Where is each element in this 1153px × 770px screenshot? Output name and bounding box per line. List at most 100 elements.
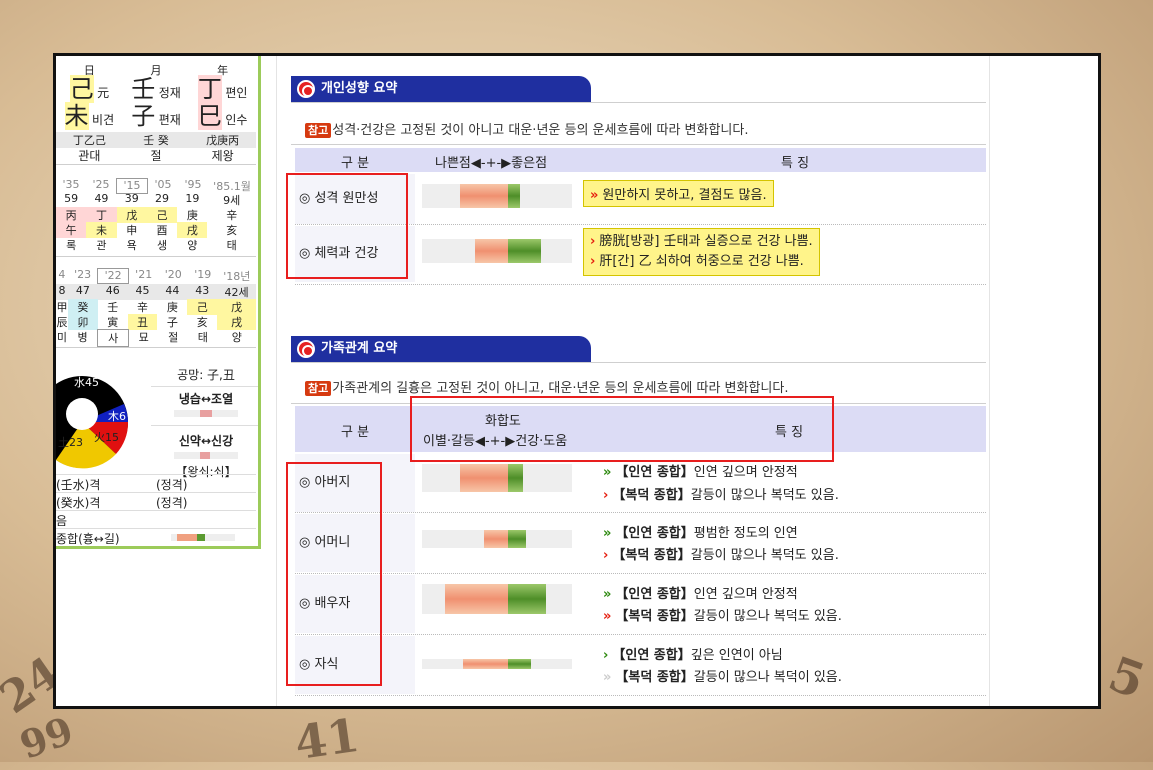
bg-number-4: 41 (291, 707, 363, 770)
daewoon-age: 39 (124, 192, 139, 205)
daewoon-branch: 午 (56, 222, 87, 238)
feature-tag: 【복덕 종합】 (615, 609, 694, 624)
col-scale: 나쁜점◀-+-▶좋은점 (435, 156, 548, 171)
feature-text: 인연 깊으며 안정적 (693, 587, 798, 602)
sewoon-stem: 壬 (107, 301, 119, 314)
feature-tag: 【복덕 종합】 (612, 548, 691, 563)
sewoon-age: 43 (195, 284, 210, 297)
sewoon-branches: 辰 卯 寅 丑 子 亥 戌 (56, 314, 256, 330)
strength-label: 신약↔신강 (151, 425, 258, 449)
sewoon-year: 4 (58, 268, 66, 281)
family-bar (422, 530, 572, 548)
hidden-stems-month: 壬 癸 (143, 134, 169, 147)
section-title-text: 가족관계 요약 (321, 341, 398, 356)
row-divider (295, 573, 986, 574)
sewoon-age: 42세 (224, 286, 249, 299)
section-title-text: 개인성향 요약 (321, 81, 398, 96)
feature-tag: 【복덕 종합】 (612, 488, 691, 503)
feature-text: 갈등이 많으나 복덕이 있음. (693, 670, 842, 685)
personality-note: 참고 성격·건강은 고정된 것이 아니고 대운·년운 등의 운세흐름에 따라 변화… (305, 119, 748, 138)
gyeok-row: 음 (56, 510, 256, 528)
sewoon-years: 4 '23 '22 '21 '20 '19 '18년 (56, 268, 256, 284)
sewoon-label: 양 (231, 331, 242, 344)
day-branch: 未 (64, 102, 89, 130)
sewoon-year-current[interactable]: '22 (97, 268, 129, 284)
family-feature-line: » 【복덕 종합】갈등이 많으나 복덕이 있음. (603, 666, 842, 685)
daewoon-age: 49 (94, 192, 109, 205)
chevron-icon: › (603, 648, 609, 663)
note-text: 가족관계의 길흉은 고정된 것이 아니고, 대운·년운 등의 운세흐름에 따라 … (332, 381, 789, 396)
divider (56, 256, 256, 257)
gyeok-name: (壬水)격 (56, 478, 101, 492)
sewoon-stem: 己 (187, 299, 218, 315)
twelve-stage-year: 제왕 (211, 149, 234, 163)
daewoon-label: 양 (187, 239, 198, 252)
sewoon-age: 46 (105, 284, 120, 297)
bar-bad-fill (460, 464, 508, 492)
twelve-stage-row: 관대 절 제왕 (56, 147, 256, 164)
sewoon-age: 47 (75, 284, 90, 297)
feature-text: 갈등이 많으나 복덕도 있음. (693, 609, 842, 624)
personality-table-header: 구 분 나쁜점◀-+-▶좋은점 특 징 (295, 148, 986, 172)
day-stem-label: 元 (97, 86, 110, 100)
main-content: 개인성향 요약 참고 성격·건강은 고정된 것이 아니고 대운·년운 등의 운세흐… (276, 56, 990, 706)
gyeok-row: 종합(흉↔길) (56, 528, 256, 546)
screenshot-frame: 日 月 年 己 元 壬 정재 丁 편인 未 비견 子 편재 巳 인수 丁乙己 壬… (53, 53, 1101, 709)
divider (56, 347, 256, 348)
sewoon-stem: 辛 (137, 301, 149, 314)
chevron-icon: › (603, 548, 609, 563)
hidden-stems-year: 戊庚丙 (206, 134, 240, 147)
section-rule (291, 144, 986, 145)
gyeok-name: 종합(흉↔길) (56, 532, 120, 546)
double-chevron-icon: » (590, 188, 599, 203)
sewoon-label: 태 (197, 331, 208, 344)
sewoon-label: 절 (168, 331, 179, 344)
sewoon-label: 병 (77, 331, 88, 344)
daewoon-label: 생 (156, 239, 168, 252)
circle-bullet-icon (297, 340, 315, 358)
feature-tag: 【인연 종합】 (615, 587, 694, 602)
bg-number-2: 5 (1101, 645, 1152, 711)
overall-bar-good (197, 534, 205, 541)
bar-good-fill (508, 584, 546, 614)
gyeok-value: (정격) (156, 478, 188, 492)
day-branch-label: 비견 (92, 113, 115, 127)
family-feature-line: » 【인연 종합】인연 깊으며 안정적 (603, 461, 798, 480)
divider (56, 164, 256, 165)
month-branch: 子 (131, 102, 156, 130)
feature-text: 膀胱[방광] 壬태과 실증으로 건강 나쁨. (599, 234, 813, 249)
sewoon-year: '20 (164, 268, 182, 281)
chevron-icon: › (590, 254, 596, 269)
family-feature-line: » 【인연 종합】평범한 정도의 인연 (603, 522, 798, 541)
feature-tag: 【인연 종합】 (615, 465, 694, 480)
family-feature-line: › 【인연 종합】깊은 인연이 아님 (603, 644, 783, 663)
temperature-bar (174, 410, 238, 417)
highlight-box-family-header (410, 396, 834, 462)
double-chevron-icon: » (603, 587, 612, 602)
metal-center (66, 398, 98, 430)
family-bar (422, 659, 572, 669)
daewoon-labels: 록 관 욕 생 양 태 (56, 237, 256, 253)
sewoon-stem: 甲 (56, 301, 68, 314)
overall-bar-bad (177, 534, 197, 541)
sewoon-year: '19 (194, 268, 212, 281)
sewoon-year: '23 (74, 268, 92, 281)
daewoon-stem: 丁 (86, 207, 117, 223)
personality-bar (422, 184, 572, 208)
double-chevron-icon: » (603, 526, 612, 541)
sewoon-age: 45 (135, 284, 150, 297)
daewoon-stem: 戊 (116, 207, 147, 223)
daewoon-stem: 己 (146, 207, 178, 223)
temperature-label: 냉습↔조열 (151, 386, 258, 407)
personality-feature-box: › 膀胱[방광] 壬태과 실증으로 건강 나쁨. › 肝[간] 乙 쇠하여 허중으로… (583, 228, 820, 276)
daewoon-branch: 亥 (226, 224, 238, 237)
daewoon-label: 태 (226, 239, 237, 252)
circle-bullet-icon (297, 80, 315, 98)
family-feature-line: » 【인연 종합】인연 깊으며 안정적 (603, 583, 798, 602)
sewoon-branch: 子 (166, 316, 178, 329)
feature-text: 肝[간] 乙 쇠하여 허중으로 건강 나쁨. (599, 254, 804, 269)
sewoon-age: 8 (58, 284, 66, 297)
note-tag: 참고 (305, 123, 332, 138)
chevron-icon: › (590, 234, 596, 249)
daewoon-branch: 申 (126, 224, 138, 237)
